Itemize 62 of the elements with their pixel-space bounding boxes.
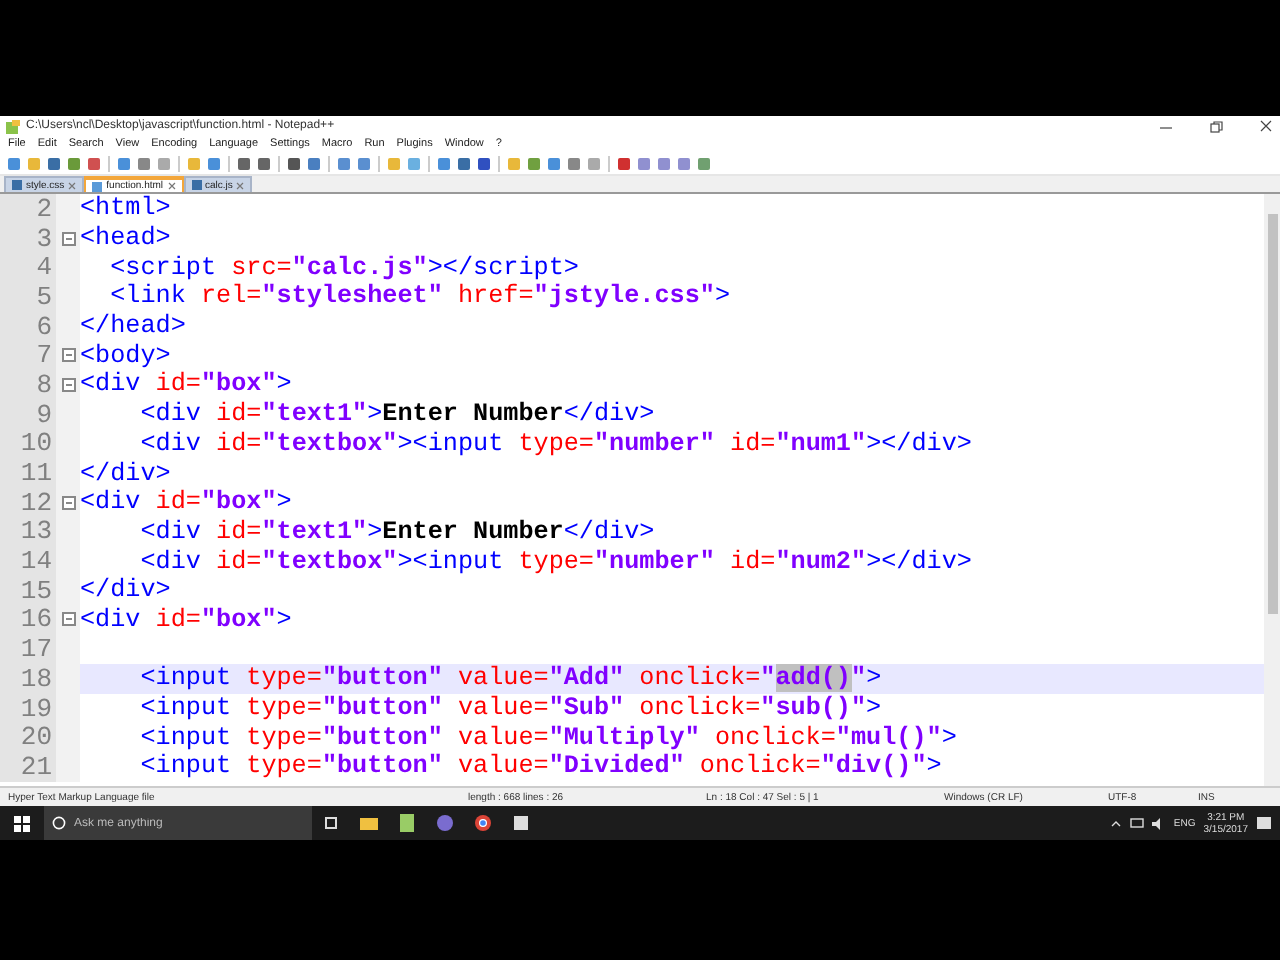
fold-icon[interactable] [61, 495, 75, 510]
line-number: 17 [0, 634, 56, 664]
fold-icon[interactable] [61, 377, 75, 392]
line-number: 20 [0, 722, 56, 753]
code-line: <body> [80, 340, 173, 371]
code-line: </head> [80, 311, 188, 341]
line-number: 5 [0, 282, 56, 312]
code-line: <div id="box"> [80, 605, 294, 635]
folder-icon[interactable] [358, 812, 380, 834]
speaker-icon[interactable] [1151, 817, 1166, 829]
code-line: <input type="button" value="Divided" onclick="div()"> [138, 752, 944, 782]
windows-start-icon[interactable] [14, 815, 30, 831]
line-number: 21 [0, 752, 56, 782]
line-number: 8 [0, 370, 56, 400]
window-icon[interactable] [510, 812, 532, 834]
code-line: <input type="button" value="Multiply" onclick="mul()"> [138, 722, 959, 753]
code-line: <div id="box"> [80, 370, 294, 400]
caret-icon[interactable] [1109, 817, 1122, 829]
file-icon [12, 180, 22, 190]
file-icon [92, 181, 103, 191]
browser-icon[interactable] [472, 812, 494, 834]
fold-icon[interactable] [61, 231, 75, 246]
line-number: 15 [0, 575, 56, 606]
line-number: 2 [0, 194, 56, 224]
code-line: </div> [80, 575, 173, 606]
line-number: 10 [0, 429, 56, 459]
line-number: 18 [0, 664, 56, 694]
code-line: <input type="button" value="Sub" onclick="sub()"> [138, 693, 884, 723]
restore-icon[interactable] [1208, 119, 1224, 133]
network-icon[interactable] [1129, 817, 1144, 829]
line-number: 9 [0, 399, 56, 429]
code-line: <head> [80, 223, 173, 253]
notepad-icon[interactable] [396, 812, 418, 834]
fold-icon[interactable] [61, 612, 75, 627]
line-number: 3 [0, 223, 56, 253]
file-icon [191, 180, 202, 190]
code-line: <div id="textbox"><input type="number" id="num1"></div> [138, 429, 974, 459]
line-number: 12 [0, 487, 56, 518]
close-icon[interactable] [1258, 119, 1274, 133]
notification-icon[interactable] [1256, 815, 1272, 831]
code-line: <link rel="stylesheet" href="jstyle.css"> [108, 282, 733, 312]
line-number: 4 [0, 252, 56, 283]
notepad-icon [6, 119, 20, 133]
close-icon[interactable] [167, 182, 176, 190]
code-line: <div id="text1">Enter Number</div> [138, 517, 657, 547]
code-line: <div id="textbox"><input type="number" id="num2"></div> [138, 546, 974, 576]
code-line: <div id="text1">Enter Number</div> [138, 399, 657, 429]
fold-icon[interactable] [61, 348, 75, 363]
line-number: 7 [0, 340, 56, 371]
line-number: 14 [0, 546, 56, 576]
code-line: </div> [80, 458, 173, 488]
line-number: 16 [0, 605, 56, 635]
line-number: 19 [0, 693, 56, 723]
code-line: <html> [80, 194, 173, 224]
circle-icon[interactable] [52, 816, 66, 830]
code-line: <script src="calc.js"></script> [108, 252, 581, 283]
line-number: 11 [0, 458, 56, 488]
code-line: <div id="box"> [80, 487, 294, 518]
line-number: 6 [0, 311, 56, 341]
line-number: 13 [0, 517, 56, 547]
task-view-icon[interactable] [320, 812, 342, 834]
scrollbar[interactable] [1264, 194, 1280, 786]
